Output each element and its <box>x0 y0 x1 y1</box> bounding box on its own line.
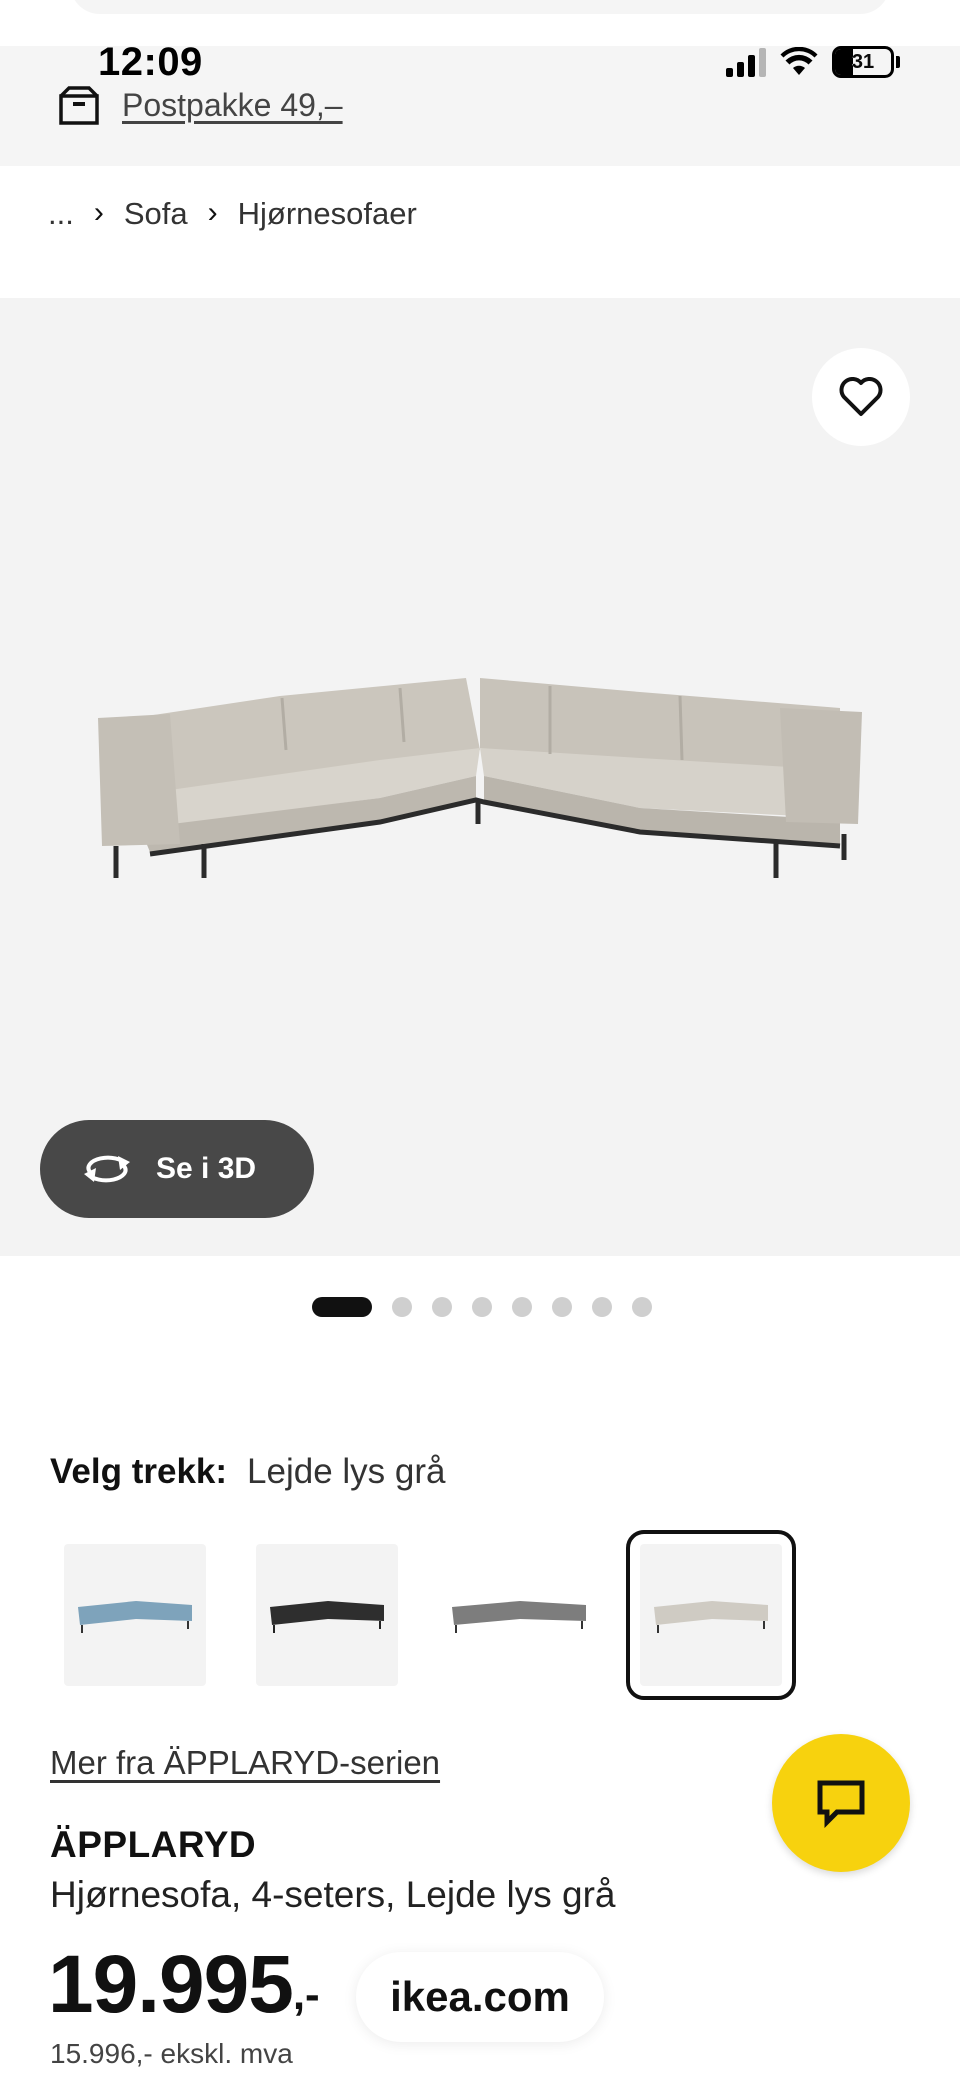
cover-selected-value: Lejde lys grå <box>247 1452 446 1491</box>
status-icons: 31 <box>726 46 900 78</box>
gallery-dot[interactable] <box>632 1297 652 1317</box>
gallery-dot[interactable] <box>392 1297 412 1317</box>
swatch-black[interactable] <box>256 1544 398 1686</box>
swatch-grey[interactable] <box>448 1544 590 1686</box>
cover-selector-header: Velg trekk: Lejde lys grå <box>50 1452 446 1492</box>
package-icon <box>59 86 99 125</box>
rotate-3d-icon <box>84 1155 130 1183</box>
wifi-icon <box>780 47 818 75</box>
delivery-info[interactable]: Postpakke 49,– <box>58 84 343 126</box>
signal-icon <box>726 47 766 77</box>
breadcrumb-sofa[interactable]: Sofa <box>124 196 188 232</box>
price-suffix: ,- <box>292 1970 320 2019</box>
chat-icon <box>817 1780 865 1828</box>
gallery-pagination <box>312 1297 652 1317</box>
gallery-dot[interactable] <box>512 1297 532 1317</box>
chat-button[interactable] <box>772 1734 910 1872</box>
series-link[interactable]: Mer fra ÄPPLARYD-serien <box>50 1744 440 1782</box>
chevron-right-icon: › <box>93 196 104 229</box>
url-pill[interactable]: ikea.com <box>356 1952 604 2042</box>
gallery-dot[interactable] <box>592 1297 612 1317</box>
breadcrumb-more[interactable]: ... <box>48 196 74 232</box>
cover-label: Velg trekk: <box>50 1452 228 1491</box>
product-description: Hjørnesofa, 4-seters, Lejde lys grå <box>50 1874 616 1915</box>
gallery-dot-active[interactable] <box>312 1297 372 1317</box>
battery-level: 31 <box>851 50 875 73</box>
product-image-sofa <box>98 678 862 878</box>
heart-icon <box>839 377 883 416</box>
price-ex-vat: 15.996,- ekskl. mva <box>50 2038 293 2069</box>
gallery-dot[interactable] <box>432 1297 452 1317</box>
view-3d-button[interactable]: Se i 3D <box>40 1120 314 1218</box>
gallery-dot[interactable] <box>552 1297 572 1317</box>
product-name: ÄPPLARYD <box>50 1824 257 1865</box>
browser-bar-edge <box>70 0 890 14</box>
view-3d-label: Se i 3D <box>156 1152 257 1185</box>
swatch-blue[interactable] <box>64 1544 206 1686</box>
status-time: 12:09 <box>98 40 203 84</box>
swatch-sofa-thumbnail <box>270 1601 384 1633</box>
delivery-label[interactable]: Postpakke 49,– <box>122 87 343 124</box>
gallery-dot[interactable] <box>472 1297 492 1317</box>
swatch-sofa-thumbnail <box>78 1601 192 1633</box>
price-main: 19.995 <box>48 1939 294 2030</box>
product-image-gallery[interactable]: Se i 3D <box>0 298 960 1256</box>
breadcrumb: ... › Sofa › Hjørnesofaer <box>48 196 417 232</box>
swatch-sofa-thumbnail <box>452 1601 586 1633</box>
swatch-light-grey-selected[interactable] <box>626 1530 796 1700</box>
chevron-right-icon: › <box>207 196 218 229</box>
swatch-sofa-thumbnail <box>654 1601 768 1633</box>
favorite-button[interactable] <box>812 348 910 446</box>
battery-icon: 31 <box>832 46 894 78</box>
breadcrumb-corner-sofas[interactable]: Hjørnesofaer <box>238 196 417 232</box>
product-price: 19.995 ,- <box>48 1938 320 2032</box>
cover-swatches <box>64 1530 904 1700</box>
